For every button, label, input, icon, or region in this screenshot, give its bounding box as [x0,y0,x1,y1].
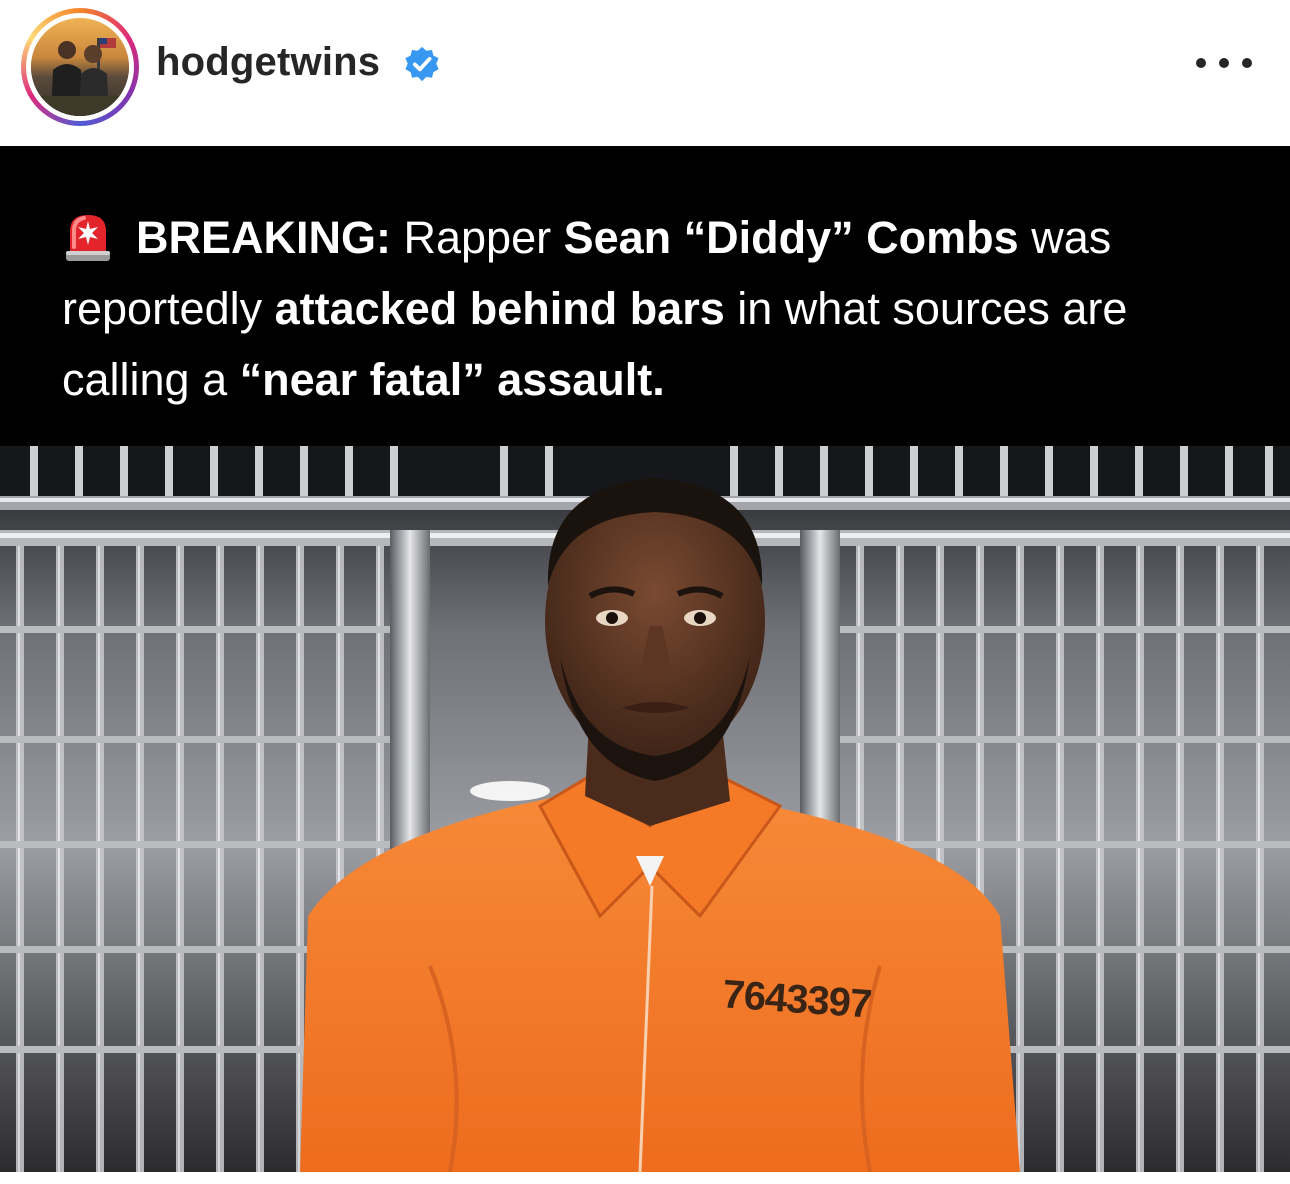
headline-part: Sean “Diddy” Combs [563,212,1019,263]
siren-icon [66,215,110,261]
jail-photo: 7643397 [0,446,1290,1172]
headline-band: BREAKING: Rapper Sean “Diddy” Combs was … [0,146,1290,446]
verified-badge-icon [405,46,439,82]
more-horizontal-icon [1196,58,1206,68]
post-header: hodgetwins [0,0,1290,146]
avatar-photo [31,18,129,116]
avatar[interactable] [31,18,129,116]
post-footer-edge [0,1172,1290,1184]
post-image[interactable]: BREAKING: Rapper Sean “Diddy” Combs was … [0,146,1290,1172]
headline-part: attacked behind bars [274,283,725,334]
headline-part: “near fatal” assault. [239,354,665,405]
headline-text: BREAKING: Rapper Sean “Diddy” Combs was … [62,202,1252,415]
headline-part: Rapper [391,212,564,263]
more-options-button[interactable] [1196,48,1252,78]
headline-part: BREAKING: [136,212,391,263]
username[interactable]: hodgetwins [156,40,380,85]
story-ring[interactable] [21,8,139,126]
